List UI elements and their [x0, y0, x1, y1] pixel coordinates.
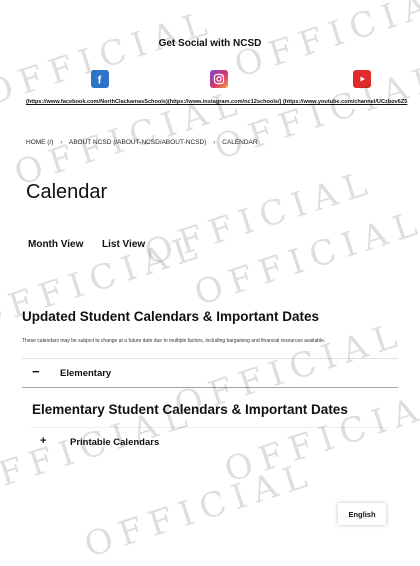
elementary-calendars-title: Elementary Student Calendars & Important… — [32, 402, 348, 417]
page-title: Calendar — [26, 181, 108, 203]
breadcrumb-current: CALENDAR — [222, 139, 258, 146]
instagram-link[interactable] — [210, 70, 228, 88]
youtube-url-link[interactable]: (https://www.youtube.com/channel/UCzbov6… — [283, 99, 407, 105]
breadcrumb: HOME (/) › ABOUT NCSD (/ABOUT-NCSD/ABOUT… — [26, 139, 258, 146]
watermark-text: OFFICIAL — [0, 2, 220, 114]
collapse-icon: − — [32, 364, 40, 379]
watermark-text: OFFICIAL — [189, 202, 420, 314]
expand-icon: + — [40, 435, 47, 447]
watermark-text: OFFICIAL — [139, 162, 380, 274]
svg-text:f: f — [98, 75, 102, 86]
instagram-url-link[interactable]: (https://www.instagram.com/nc12schools/) — [168, 99, 282, 105]
section-title: Updated Student Calendars & Important Da… — [22, 309, 320, 324]
chevron-right-icon: › — [60, 139, 63, 146]
social-link-urls: (https://www.facebook.com/NorthClackamas… — [26, 99, 407, 105]
accordion-label: Elementary — [60, 368, 112, 379]
list-view-button[interactable]: List View — [102, 239, 145, 250]
breadcrumb-about[interactable]: ABOUT NCSD (/ABOUT-NCSD/ABOUT-NCSD) — [69, 139, 206, 146]
facebook-link[interactable]: f — [91, 70, 109, 88]
social-title: Get Social with NCSD — [158, 38, 262, 49]
youtube-icon — [360, 76, 365, 82]
divider — [30, 427, 388, 428]
facebook-icon: f — [98, 75, 102, 86]
language-selector[interactable]: English — [338, 503, 386, 525]
breadcrumb-home[interactable]: HOME (/) — [26, 139, 53, 146]
facebook-url-link[interactable]: (https://www.facebook.com/NorthClackamas… — [26, 99, 168, 105]
elementary-accordion-toggle[interactable]: − Elementary — [22, 358, 398, 388]
printable-calendars-label: Printable Calendars — [70, 437, 160, 448]
chevron-right-icon: › — [213, 139, 216, 146]
month-view-button[interactable]: Month View — [28, 239, 83, 250]
instagram-icon — [213, 73, 225, 85]
printable-calendars-toggle[interactable]: + Printable Calendars — [30, 433, 388, 453]
watermark-text: OFFICIAL — [79, 454, 320, 566]
disclaimer-text: These calendars may be subject to change… — [22, 338, 326, 344]
youtube-link[interactable] — [353, 70, 371, 88]
watermark-text: OFFICIAL — [209, 56, 420, 168]
